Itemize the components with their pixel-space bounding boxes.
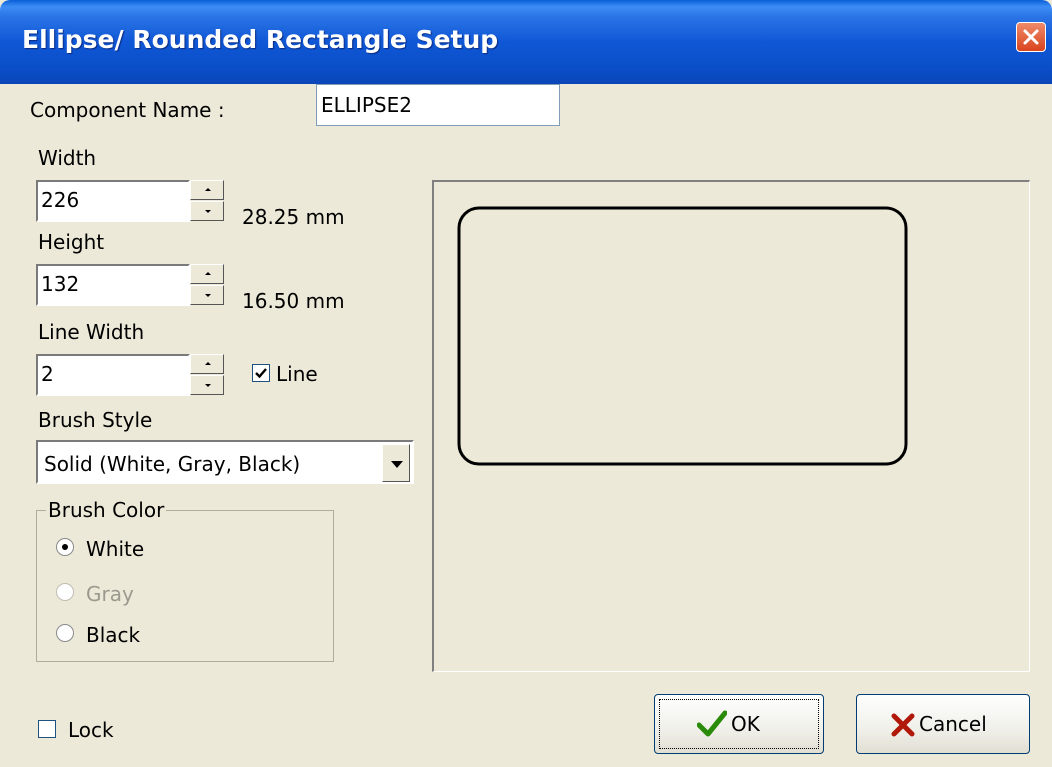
brush-style-label: Brush Style	[38, 408, 153, 432]
component-name-label: Component Name :	[30, 98, 225, 122]
width-spin-down-button[interactable]	[190, 201, 224, 221]
line-width-label: Line Width	[38, 320, 145, 344]
close-icon	[1023, 29, 1039, 45]
spin-down-icon	[205, 294, 211, 297]
line-checkbox[interactable]	[252, 364, 270, 382]
close-button[interactable]	[1016, 22, 1046, 52]
ok-button-label: OK	[731, 712, 760, 736]
checkmark-icon	[255, 368, 267, 379]
radio-gray[interactable]	[56, 583, 74, 601]
spin-down-icon	[205, 210, 211, 213]
width-spinner[interactable]	[190, 180, 224, 221]
component-name-field[interactable]: ELLIPSE2	[316, 84, 560, 126]
spin-up-icon	[205, 272, 211, 275]
ok-button[interactable]: OK	[654, 694, 824, 754]
height-spinner[interactable]	[190, 264, 224, 305]
lock-label: Lock	[68, 718, 114, 742]
brush-color-group	[36, 510, 334, 662]
title-bar: Ellipse/ Rounded Rectangle Setup	[0, 0, 1052, 84]
width-field[interactable]: 226	[36, 180, 190, 222]
radio-black-label: Black	[86, 623, 141, 647]
line-width-spinner[interactable]	[190, 354, 224, 395]
brush-color-group-label: Brush Color	[46, 498, 167, 522]
cancel-button[interactable]: Cancel	[856, 694, 1030, 754]
rounded-rectangle-preview	[457, 206, 908, 466]
height-spin-down-button[interactable]	[190, 285, 224, 305]
line-width-field[interactable]: 2	[36, 354, 190, 396]
width-label: Width	[38, 146, 97, 170]
check-icon	[697, 710, 727, 737]
width-spin-up-button[interactable]	[190, 180, 224, 200]
lock-checkbox[interactable]	[38, 720, 56, 738]
spin-up-icon	[205, 362, 211, 365]
cancel-button-label: Cancel	[919, 712, 987, 736]
height-mm-label: 16.50 mm	[242, 289, 345, 313]
x-icon	[891, 713, 915, 737]
brush-style-dropdown-button[interactable]	[382, 444, 410, 482]
spin-down-icon	[205, 384, 211, 387]
brush-style-value: Solid (White, Gray, Black)	[44, 452, 301, 476]
brush-style-select[interactable]: Solid (White, Gray, Black)	[36, 440, 414, 484]
height-spin-up-button[interactable]	[190, 264, 224, 284]
window-title: Ellipse/ Rounded Rectangle Setup	[22, 25, 499, 54]
width-mm-label: 28.25 mm	[242, 205, 345, 229]
radio-white-label: White	[86, 537, 145, 561]
line-width-spin-up-button[interactable]	[190, 354, 224, 374]
height-label: Height	[38, 230, 105, 254]
line-width-spin-down-button[interactable]	[190, 375, 224, 395]
radio-selected-dot	[62, 544, 68, 550]
radio-black[interactable]	[56, 624, 74, 642]
height-field[interactable]: 132	[36, 264, 190, 306]
shape-preview-panel	[432, 180, 1030, 672]
spin-up-icon	[205, 188, 211, 191]
chevron-down-icon	[391, 461, 403, 468]
radio-white[interactable]	[56, 538, 74, 556]
line-checkbox-label: Line	[276, 362, 318, 386]
radio-gray-label: Gray	[86, 582, 134, 606]
